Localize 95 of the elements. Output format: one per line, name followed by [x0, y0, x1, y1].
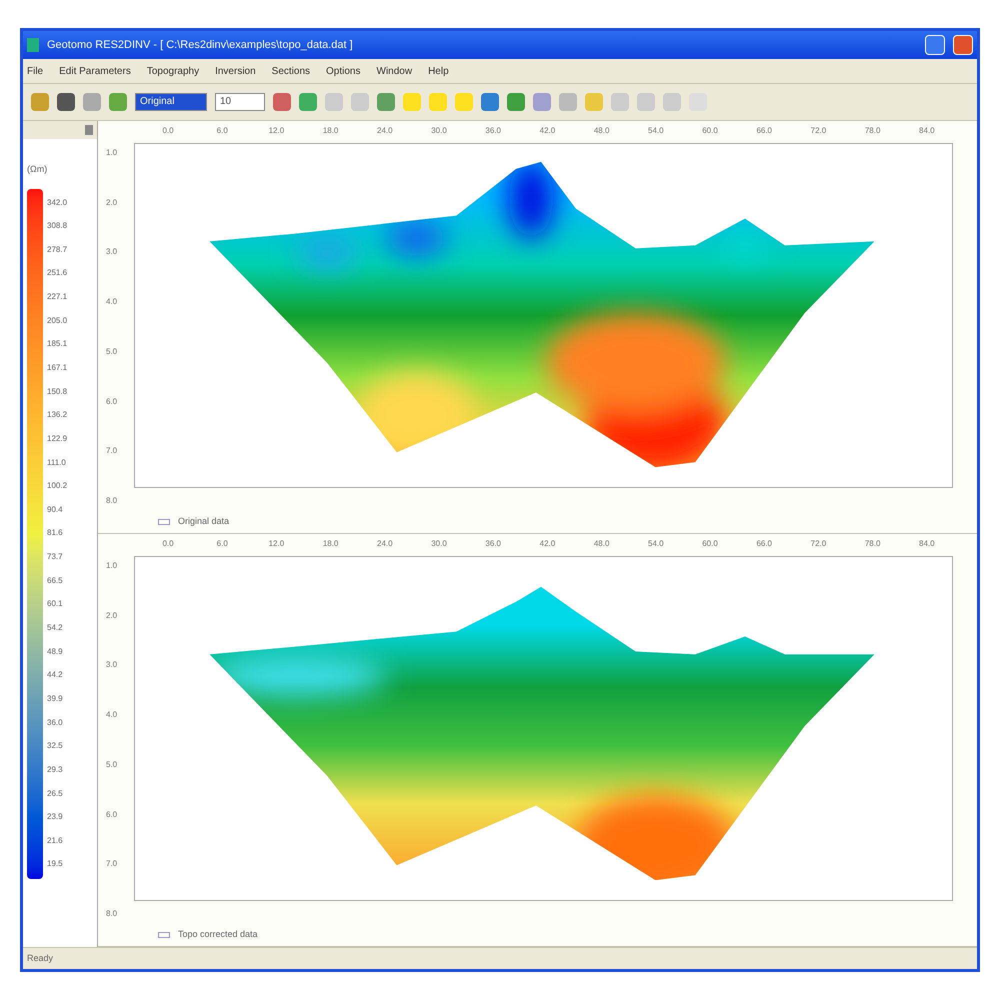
axis-label: 42.0: [538, 538, 556, 550]
scale-label: 278.7: [47, 246, 68, 254]
axis-label: 54.0: [647, 538, 665, 550]
axis-label: 84.0: [918, 125, 936, 137]
menu-item[interactable]: Topography: [146, 64, 200, 78]
axis-label: 60.0: [701, 538, 719, 550]
axis-label: 6.0: [106, 396, 118, 408]
menu-item[interactable]: Sections: [272, 64, 310, 78]
axis-label: 24.0: [376, 125, 394, 137]
scale-label: 167.1: [47, 364, 68, 372]
axis-label: 8.0: [106, 494, 118, 507]
axis-label: 78.0: [864, 538, 882, 550]
axis-label: 12.0: [268, 538, 286, 550]
app-icon: [27, 38, 39, 52]
axis-label: 4.0: [106, 709, 118, 722]
scale-label: 32.5: [47, 742, 64, 750]
scale-label: 185.1: [47, 340, 68, 348]
scale-label: 227.1: [47, 293, 68, 302]
scale-label: 308.8: [47, 222, 68, 230]
axis-label: 6.0: [216, 538, 229, 550]
scale-label: 100.2: [47, 482, 68, 490]
axis-label: 36.0: [484, 125, 502, 137]
axis-label: 3.0: [106, 246, 118, 258]
scale-label: 21.6: [47, 836, 64, 845]
close-button[interactable]: [953, 35, 973, 55]
axis-label: 78.0: [864, 125, 882, 137]
scale-label: 60.1: [47, 600, 64, 608]
scale-label: 81.6: [47, 529, 64, 538]
axis-label: 4.0: [106, 296, 118, 308]
scale-label: 342.0: [47, 198, 68, 206]
menu-item[interactable]: Edit Parameters: [59, 64, 131, 78]
axis-label: 2.0: [106, 610, 118, 622]
maximize-button[interactable]: [925, 35, 945, 55]
axis-label: 84.0: [918, 538, 936, 550]
scale-label: 73.7: [47, 553, 64, 562]
scale-label: 36.0: [47, 718, 64, 727]
axis-label: 72.0: [810, 538, 828, 550]
axis-label: 1.0: [106, 560, 118, 572]
scale-label: 150.8: [47, 388, 68, 396]
axis-label: 6.0: [216, 125, 229, 137]
legend-unit: (Ωm): [26, 163, 48, 176]
axis-label: 1.0: [106, 147, 118, 159]
scale-label: 29.3: [47, 766, 64, 774]
axis-label: 7.0: [106, 858, 118, 870]
menu-item[interactable]: Inversion: [215, 64, 256, 78]
menu-item[interactable]: File: [27, 64, 44, 78]
legend-swatch: [158, 932, 170, 938]
axis-label: 60.0: [701, 125, 719, 137]
axis-label: 66.0: [755, 125, 774, 137]
axis-label: 12.0: [268, 125, 286, 137]
scale-label: 44.2: [47, 671, 64, 680]
axis-label: 66.0: [755, 538, 774, 550]
menu-item[interactable]: Window: [376, 64, 412, 78]
scale-label: 54.2: [47, 624, 64, 632]
scale-label: 48.9: [47, 648, 64, 656]
axis-label: 5.0: [106, 758, 118, 771]
scale-label: 205.0: [47, 316, 68, 325]
menu-item[interactable]: Options: [326, 64, 360, 78]
scale-label: 136.2: [47, 411, 68, 420]
scale-label: 251.6: [47, 269, 68, 278]
axis-label: 48.0: [592, 125, 610, 137]
axis-label: 0.0: [161, 538, 175, 550]
axis-label: 0.0: [161, 125, 175, 137]
axis-label: 24.0: [376, 538, 394, 550]
legend-swatch: [158, 519, 170, 525]
section-caption: Topo corrected data: [178, 928, 258, 942]
scale-label: 19.5: [47, 860, 64, 868]
axis-label: 18.0: [322, 538, 340, 550]
axis-label: 30.0: [430, 125, 448, 137]
scale-label: 122.9: [47, 434, 68, 443]
scale-label: 39.9: [47, 694, 64, 703]
scale-label: 66.5: [47, 576, 64, 585]
view-combo[interactable]: Original: [135, 93, 207, 111]
section-caption: Original data: [178, 515, 230, 528]
scale-label: 90.4: [47, 506, 64, 514]
axis-label: 7.0: [106, 445, 118, 458]
axis-label: 42.0: [538, 125, 556, 137]
scale-label: 111.0: [47, 458, 67, 467]
menu-item[interactable]: Help: [428, 64, 449, 78]
axis-label: 54.0: [647, 125, 665, 137]
axis-label: 3.0: [106, 659, 118, 672]
status-text: Ready: [27, 952, 54, 965]
iteration-combo[interactable]: 10: [215, 93, 265, 111]
axis-label: 30.0: [430, 538, 448, 550]
axis-label: 5.0: [106, 346, 118, 358]
scale-label: 26.5: [47, 790, 64, 798]
axis-label: 72.0: [810, 125, 828, 137]
axis-label: 36.0: [484, 538, 502, 550]
axis-label: 6.0: [106, 808, 118, 821]
window-title: Geotomo RES2DINV - [ C:\Res2dinv\examples\topo_data.dat ]: [47, 38, 354, 53]
axis-label: 18.0: [322, 125, 340, 137]
scale-label: 23.9: [47, 813, 64, 822]
axis-label: 8.0: [106, 908, 118, 920]
axis-label: 2.0: [106, 196, 118, 209]
axis-label: 48.0: [592, 538, 610, 550]
